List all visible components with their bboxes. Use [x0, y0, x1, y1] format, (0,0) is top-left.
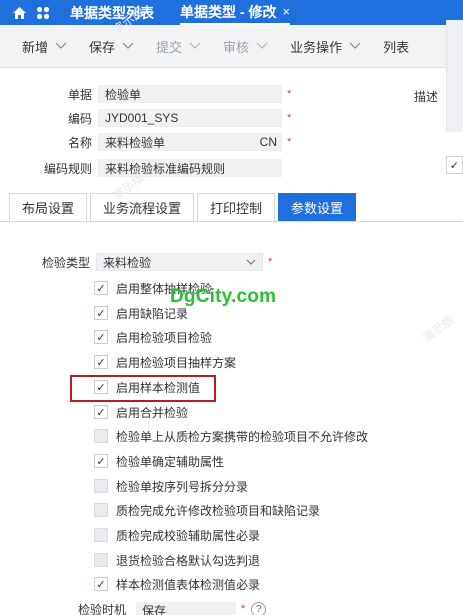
name-label: 名称: [67, 135, 92, 150]
option-checkbox[interactable]: ✓: [94, 306, 108, 320]
option-row[interactable]: ✓ 启用检验项目抽样方案: [94, 353, 236, 371]
help-icon[interactable]: ?: [251, 601, 267, 615]
chevron-down-icon: [55, 42, 67, 49]
option-row[interactable]: ✓ 启用合并检验: [94, 403, 188, 421]
inspection-type-select[interactable]: 来料检验: [96, 253, 263, 271]
toolbar-item-label: 业务操作: [290, 39, 343, 55]
code-row: 编码 JYD001_SYS *: [0, 108, 291, 128]
description-scrollbar[interactable]: [446, 20, 463, 132]
option-label: 检验单上从质检方案携带的检验项目不允许修改: [116, 429, 369, 444]
tab-doc-type-edit-label: 单据类型 - 修改: [180, 3, 277, 20]
tab-0[interactable]: 布局设置: [9, 193, 88, 221]
home-icon[interactable]: [8, 0, 30, 25]
toolbar-item-label: 提交: [156, 39, 183, 55]
toolbar-item-label: 新增: [22, 39, 49, 55]
code-value: JYD001_SYS: [105, 111, 179, 125]
option-row[interactable]: 检验单按序列号拆分分录: [94, 477, 248, 495]
toolbar: 新增 保存 提交 审核 业务操作 列表: [0, 25, 463, 67]
toolbar-item-2[interactable]: 提交: [134, 25, 201, 67]
tab-3[interactable]: 参数设置: [278, 193, 357, 221]
option-label: 退货检验合格默认勾选判退: [116, 553, 261, 568]
description-checkbox[interactable]: ✓: [446, 156, 463, 174]
doc-row: 单据 检验单 *: [0, 84, 291, 104]
chevron-down-icon: [349, 42, 361, 49]
option-row[interactable]: ✓ 启用检验项目检验: [94, 328, 212, 346]
chevron-down-icon: [246, 259, 256, 265]
tab-2[interactable]: 打印控制: [197, 193, 276, 221]
code-field[interactable]: JYD001_SYS: [98, 109, 282, 127]
option-checkbox[interactable]: ✓: [94, 454, 108, 468]
required-mark: *: [287, 112, 292, 124]
rule-row: 编码规则 来料检验标准编码规则: [0, 158, 282, 178]
apps-grid-icon[interactable]: [32, 0, 54, 25]
option-label: 质检完成校验辅助属性必录: [116, 528, 261, 543]
close-icon[interactable]: ×: [282, 4, 290, 19]
option-checkbox[interactable]: [94, 553, 108, 567]
option-checkbox[interactable]: ✓: [94, 405, 108, 419]
doc-type-form: 单据 检验单 * 编码 JYD001_SYS * 名称 来料检验单 CN * 编…: [0, 68, 463, 188]
option-row[interactable]: 质检完成校验辅助属性必录: [94, 526, 260, 544]
toolbar-item-label: 保存: [89, 39, 116, 55]
option-checkbox[interactable]: [94, 528, 108, 542]
chevron-down-icon: [189, 42, 201, 49]
chevron-down-icon: [122, 42, 134, 49]
tab-doc-type-edit[interactable]: 单据类型 - 修改 ×: [180, 0, 291, 25]
rule-field[interactable]: 来料检验标准编码规则: [98, 159, 282, 177]
name-field[interactable]: 来料检验单 CN: [98, 133, 282, 151]
toolbar-item-4[interactable]: 业务操作: [268, 25, 361, 67]
inspection-type-row: 检验类型 来料检验 *: [0, 252, 272, 272]
option-checkbox[interactable]: ✓: [94, 355, 108, 369]
option-label: 启用合并检验: [116, 405, 189, 420]
option-row[interactable]: 质检完成允许修改检验项目和缺陷记录: [94, 501, 320, 519]
rule-label: 编码规则: [43, 161, 92, 176]
required-mark: *: [287, 136, 292, 148]
option-checkbox[interactable]: [94, 429, 108, 443]
chevron-down-icon: [256, 42, 268, 49]
settings-tabs: 布局设置 业务流程设置 打印控制 参数设置: [0, 193, 463, 222]
required-mark: *: [241, 603, 246, 615]
toolbar-item-5[interactable]: 列表: [361, 25, 409, 67]
toolbar-item-1[interactable]: 保存: [67, 25, 134, 67]
option-row[interactable]: 检验单上从质检方案携带的检验项目不允许修改: [94, 427, 368, 445]
doc-label: 单据: [67, 87, 92, 102]
option-label: 样本检测值表体检测值必录: [116, 577, 261, 592]
top-tab-bar: 单据类型列表 单据类型 - 修改 ×: [0, 0, 463, 25]
doc-value: 检验单: [105, 87, 142, 102]
option-label: 启用检验项目抽样方案: [116, 355, 237, 370]
option-checkbox[interactable]: [94, 479, 108, 493]
toolbar-item-label: 列表: [383, 39, 410, 55]
code-label: 编码: [67, 111, 92, 126]
option-label: 检验单按序列号拆分分录: [116, 479, 249, 494]
option-label: 启用检验项目检验: [116, 330, 213, 345]
doc-field[interactable]: 检验单: [98, 85, 282, 103]
name-value: 来料检验单: [105, 135, 166, 150]
inspection-type-label: 检验类型: [41, 255, 90, 270]
inspection-timing-label: 检验时机: [78, 602, 127, 615]
option-label: 质检完成允许修改检验项目和缺陷记录: [116, 503, 321, 518]
inspection-type-value: 来料检验: [103, 255, 152, 270]
tab-1[interactable]: 业务流程设置: [90, 193, 195, 221]
language-switch[interactable]: CN: [260, 135, 281, 149]
inspection-timing-row: 检验时机 保存 * ?: [78, 601, 267, 615]
description-label: 描述: [414, 90, 439, 104]
option-row[interactable]: 退货检验合格默认勾选判退: [94, 551, 260, 569]
toolbar-item-3[interactable]: 审核: [201, 25, 268, 67]
site-watermark: DgCity.com: [170, 286, 277, 307]
option-row[interactable]: ✓ 样本检测值表体检测值必录: [94, 575, 260, 593]
tab-doc-type-list[interactable]: 单据类型列表: [70, 3, 154, 23]
option-label: 检验单确定辅助属性: [116, 454, 225, 469]
required-mark: *: [268, 256, 273, 268]
inspection-timing-select[interactable]: 保存: [136, 602, 237, 615]
highlight-box: [70, 375, 216, 402]
option-row[interactable]: ✓ 检验单确定辅助属性: [94, 452, 224, 470]
option-checkbox[interactable]: ✓: [94, 281, 108, 295]
option-checkbox[interactable]: ✓: [94, 330, 108, 344]
option-checkbox[interactable]: ✓: [94, 577, 108, 591]
toolbar-item-0[interactable]: 新增: [0, 25, 67, 67]
rule-value: 来料检验标准编码规则: [105, 161, 226, 176]
name-row: 名称 来料检验单 CN *: [0, 132, 291, 152]
required-mark: *: [287, 88, 292, 100]
toolbar-item-label: 审核: [223, 39, 250, 55]
option-checkbox[interactable]: [94, 503, 108, 517]
